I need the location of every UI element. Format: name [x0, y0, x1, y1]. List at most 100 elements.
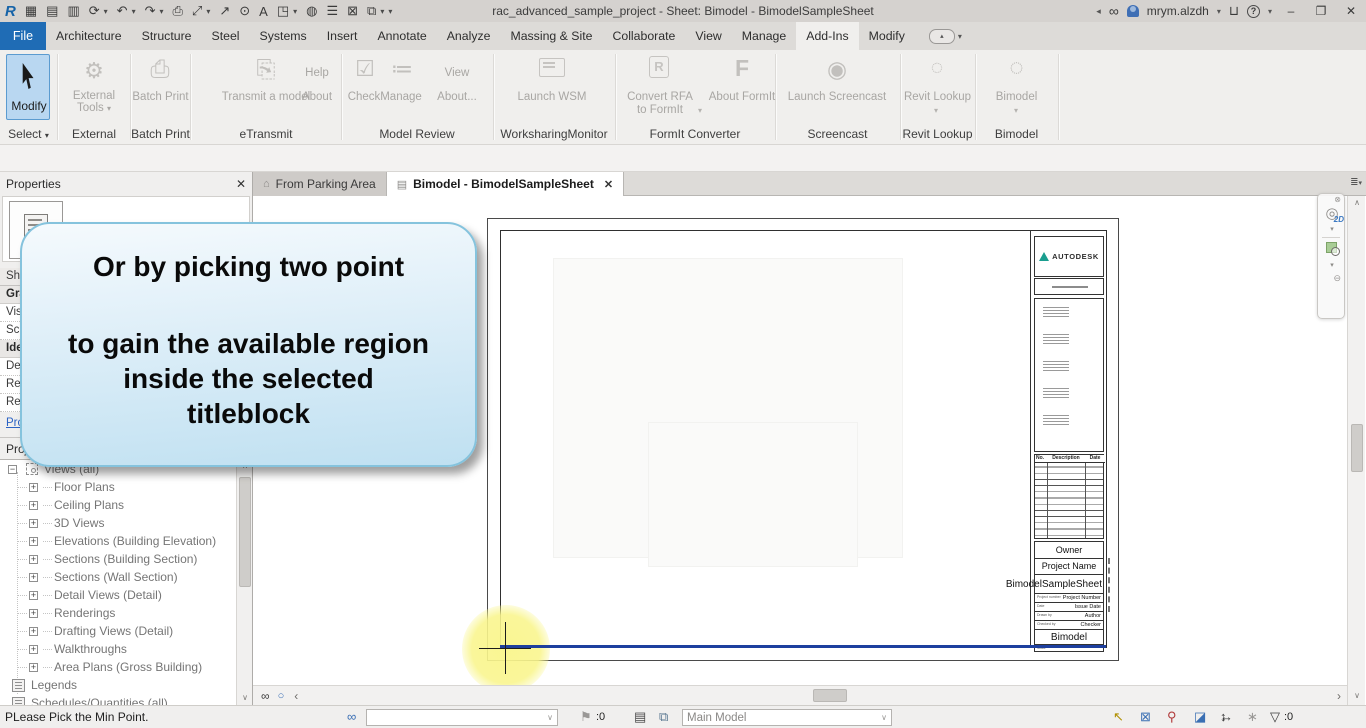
navbar-minimize-icon[interactable]: ⊖	[1318, 269, 1344, 284]
tab-insert[interactable]: Insert	[317, 22, 368, 50]
tree-item-3d-views[interactable]: +3D Views	[0, 514, 236, 532]
modify-button[interactable]: Modify	[6, 54, 50, 120]
select-underlay-toggle-icon[interactable]: ⊠	[1140, 709, 1151, 725]
tab-steel[interactable]: Steel	[202, 22, 250, 50]
view-tab-parking[interactable]: ⌂ From Parking Area	[253, 172, 387, 196]
vertical-scrollbar[interactable]: ∧ ∨	[1347, 196, 1365, 705]
close-button[interactable]: ✕	[1340, 4, 1362, 18]
design-option-select[interactable]: Main Model ∨	[682, 709, 892, 726]
help-caret-icon[interactable]: ▾	[1268, 7, 1272, 16]
external-tools-button[interactable]: External Tools ▾	[58, 90, 130, 114]
background-processes-icon[interactable]: ∗	[1247, 709, 1258, 725]
expand-box-icon[interactable]: +	[29, 590, 38, 600]
expand-box-icon[interactable]: +	[29, 554, 38, 564]
search-icon[interactable]: ∞	[1109, 3, 1119, 19]
user-caret-icon[interactable]: ▾	[1217, 7, 1221, 16]
hscroll-thumb[interactable]	[813, 689, 847, 702]
convert-rfa-caret-icon[interactable]: ▾	[698, 106, 702, 115]
tree-item-ceiling-plans[interactable]: + Ceiling Plans	[0, 496, 236, 514]
tree-scrollbar[interactable]: ∧ ∨	[236, 459, 252, 705]
tree-scroll-thumb[interactable]	[239, 477, 251, 587]
scroll-up-icon[interactable]: ∧	[1348, 196, 1366, 210]
scroll-down-icon[interactable]: ∨	[237, 691, 253, 705]
selection-filter-icon[interactable]: ▽	[1270, 709, 1280, 725]
navbar-close-icon[interactable]: ⊗	[1318, 194, 1344, 204]
temporary-hide-bulb-icon[interactable]: ○	[278, 690, 285, 702]
expand-box-icon[interactable]: +	[29, 536, 38, 546]
tree-item-detail-views[interactable]: + Detail Views (Detail)	[0, 586, 236, 604]
model-review-about-button[interactable]: About	[297, 91, 337, 103]
expand-box-icon[interactable]: +	[29, 662, 38, 672]
tab-file[interactable]: File	[0, 22, 46, 50]
tab-massing-site[interactable]: Massing & Site	[500, 22, 602, 50]
minimize-button[interactable]: –	[1280, 4, 1302, 18]
tab-structure[interactable]: Structure	[132, 22, 202, 50]
bimodel-button[interactable]: Bimodel	[975, 91, 1058, 103]
tree-item-sections-wall[interactable]: + Sections (Wall Section)	[0, 568, 236, 586]
model-review-view-button[interactable]: View	[437, 67, 477, 79]
select-panel-label[interactable]: Select ▾	[0, 127, 57, 141]
tree-item-renderings[interactable]: + Renderings	[0, 604, 236, 622]
tree-item-floor-plans[interactable]: + Floor Plans	[0, 478, 236, 496]
scroll-down-icon[interactable]: ∨	[1348, 689, 1366, 703]
zoom-caret-icon[interactable]: ▾	[1318, 261, 1346, 269]
view-tab-bimodel-sheet[interactable]: ▤ Bimodel - BimodelSampleSheet ✕	[386, 172, 625, 196]
ribbon-toggle-caret-icon[interactable]: ▾	[958, 32, 962, 41]
expand-box-icon[interactable]: +	[29, 626, 38, 636]
revit-lookup-caret-icon[interactable]: ▾	[934, 106, 938, 115]
expand-box-icon[interactable]: +	[29, 500, 38, 510]
reveal-hidden-glasses-icon[interactable]: ∞	[261, 689, 270, 703]
tree-item-area-plans[interactable]: + Area Plans (Gross Building)	[0, 658, 236, 676]
tree-item-elevations[interactable]: + Elevations (Building Elevation)	[0, 532, 236, 550]
steering-wheel-2d-icon[interactable]: ◎ 2D	[1318, 204, 1346, 224]
collapse-search-icon[interactable]: ◂	[1096, 6, 1101, 17]
user-avatar-icon[interactable]	[1126, 5, 1139, 17]
tree-item-walkthroughs[interactable]: + Walkthroughs	[0, 640, 236, 658]
collapse-box-icon[interactable]: −	[8, 464, 17, 474]
tree-item-drafting-views[interactable]: + Drafting Views (Detail)	[0, 622, 236, 640]
convert-rfa-button[interactable]: Convert RFA to FormIt	[622, 91, 698, 117]
expand-box-icon[interactable]: +	[29, 482, 38, 492]
tree-item-legends[interactable]: Legends	[0, 676, 236, 694]
ribbon-display-toggle[interactable]: ▴	[928, 28, 955, 44]
batch-print-button[interactable]: Batch Print	[131, 91, 190, 103]
tab-modify[interactable]: Modify	[859, 22, 915, 50]
view-tab-list-icon[interactable]: ≣▾	[1350, 177, 1362, 188]
expand-box-icon[interactable]: +	[29, 518, 38, 528]
expand-box-icon[interactable]: +	[29, 644, 38, 654]
model-review-help-button[interactable]: Help	[297, 67, 337, 79]
tree-item-sections-building[interactable]: + Sections (Building Section)	[0, 550, 236, 568]
tree-item-schedules[interactable]: Schedules/Quantities (all)	[0, 694, 236, 705]
launch-wsm-button[interactable]: Launch WSM	[513, 91, 591, 103]
workset-select[interactable]: ∨	[366, 709, 558, 726]
user-name[interactable]: mrym.alzdh	[1147, 4, 1209, 18]
app-store-icon[interactable]: ⊔	[1229, 3, 1239, 19]
zoom-region-icon[interactable]	[1325, 242, 1340, 256]
drag-on-selection-toggle-icon[interactable]: ↔ ↕	[1220, 709, 1233, 724]
tab-view[interactable]: View	[685, 22, 731, 50]
close-view-tab-icon[interactable]: ✕	[604, 178, 613, 191]
horizontal-scrollbar[interactable]: ∞ ○ ‹ ›	[253, 685, 1347, 705]
help-icon[interactable]: ?	[1246, 4, 1260, 18]
tab-collaborate[interactable]: Collaborate	[602, 22, 685, 50]
model-review-about2-button[interactable]: About...	[437, 91, 477, 103]
link-icon[interactable]: ⧉	[659, 709, 668, 725]
vscroll-thumb[interactable]	[1350, 424, 1363, 472]
editing-requests-icon[interactable]: ⚑	[580, 709, 592, 725]
properties-toggle-icon[interactable]: ▤	[634, 709, 646, 725]
tab-architecture[interactable]: Architecture	[46, 22, 132, 50]
select-pinned-toggle-icon[interactable]: ⚲	[1167, 709, 1177, 725]
tab-analyze[interactable]: Analyze	[437, 22, 501, 50]
manage-button[interactable]: Manage	[378, 91, 424, 103]
bimodel-caret-icon[interactable]: ▾	[1014, 106, 1018, 115]
tab-annotate[interactable]: Annotate	[367, 22, 436, 50]
scroll-right-icon[interactable]: ›	[1337, 689, 1341, 703]
restore-button[interactable]: ❐	[1310, 4, 1332, 18]
about-formit-button[interactable]: About FormIt	[705, 91, 779, 103]
expand-box-icon[interactable]: +	[29, 572, 38, 582]
select-by-face-toggle-icon[interactable]: ◪	[1194, 709, 1206, 725]
properties-close-icon[interactable]: ✕	[236, 177, 246, 191]
launch-screencast-button[interactable]: Launch Screencast	[785, 91, 889, 103]
tab-systems[interactable]: Systems	[250, 22, 317, 50]
select-links-toggle-icon[interactable]: ↖	[1113, 709, 1124, 725]
